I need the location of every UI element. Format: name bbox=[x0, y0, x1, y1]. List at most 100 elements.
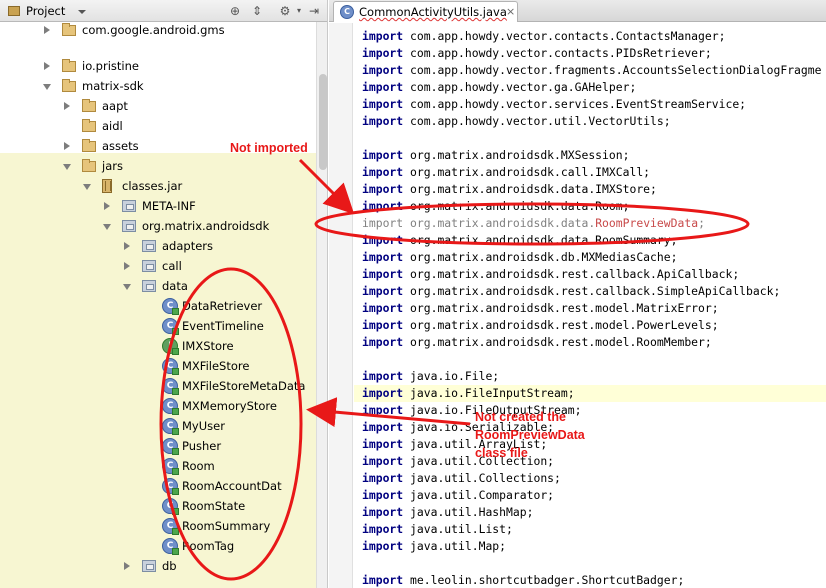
code-line[interactable]: import org.matrix.androidsdk.rest.model.… bbox=[354, 317, 826, 334]
import-keyword: import bbox=[362, 522, 411, 536]
code-line[interactable]: import java.io.FileOutputStream; bbox=[354, 402, 826, 419]
tree-item-label: aidl bbox=[102, 119, 123, 133]
code-line[interactable]: import org.matrix.androidsdk.db.MXMedias… bbox=[354, 249, 826, 266]
code-line[interactable]: import java.util.List; bbox=[354, 521, 826, 538]
locate-target-icon[interactable]: ⊕ bbox=[227, 3, 243, 19]
tree-item-label: org.matrix.androidsdk bbox=[142, 219, 270, 233]
code-line[interactable]: import com.app.howdy.vector.contacts.PID… bbox=[354, 45, 826, 62]
code-line[interactable]: import org.matrix.androidsdk.rest.callba… bbox=[354, 283, 826, 300]
tab-label: CommonActivityUtils.java bbox=[359, 5, 507, 19]
collapse-all-icon[interactable]: ⇕ bbox=[249, 3, 265, 19]
chevron-right-icon[interactable] bbox=[124, 242, 130, 250]
import-path: java.util.Collections; bbox=[410, 471, 561, 485]
code-line[interactable]: import java.util.ArrayList; bbox=[354, 436, 826, 453]
chevron-right-icon[interactable] bbox=[44, 62, 50, 70]
code-line[interactable]: import org.matrix.androidsdk.data.RoomPr… bbox=[354, 215, 826, 232]
code-line[interactable] bbox=[354, 555, 826, 572]
note-not-created-line2: RoomPreviewData bbox=[475, 428, 585, 442]
tree-item-label: aapt bbox=[102, 99, 128, 113]
chevron-right-icon[interactable] bbox=[104, 202, 110, 210]
class-icon: C bbox=[340, 5, 354, 19]
code-line[interactable]: import org.matrix.androidsdk.rest.callba… bbox=[354, 266, 826, 283]
tree-item-label: Room bbox=[182, 459, 215, 473]
note-not-created-line1: Not created the bbox=[475, 410, 566, 424]
tree-item-label: EventTimeline bbox=[182, 319, 264, 333]
code-line[interactable]: import org.matrix.androidsdk.rest.model.… bbox=[354, 334, 826, 351]
chevron-right-icon[interactable] bbox=[64, 142, 70, 150]
code-line[interactable]: import com.app.howdy.vector.contacts.Con… bbox=[354, 28, 826, 45]
project-scrollbar[interactable] bbox=[316, 22, 327, 588]
tree-item-label: db bbox=[162, 559, 177, 573]
import-keyword: import bbox=[362, 454, 411, 468]
project-icon bbox=[8, 6, 20, 16]
code-line[interactable]: import java.io.Serializable; bbox=[354, 419, 826, 436]
chevron-down-icon[interactable]: ▾ bbox=[291, 3, 307, 19]
chevron-down-icon[interactable] bbox=[103, 224, 111, 230]
code-line[interactable]: import java.util.Comparator; bbox=[354, 487, 826, 504]
hide-panel-icon[interactable]: ⇥ bbox=[306, 3, 322, 19]
import-path: java.util.Comparator; bbox=[410, 488, 555, 502]
code-line[interactable]: import me.leolin.shortcutbadger.Shortcut… bbox=[354, 572, 826, 588]
import-path: com.app.howdy.vector.services.EventStrea… bbox=[410, 97, 747, 111]
import-keyword: import bbox=[362, 284, 411, 298]
chevron-down-icon[interactable] bbox=[63, 164, 71, 170]
chevron-down-icon[interactable] bbox=[43, 84, 51, 90]
code-line[interactable]: import org.matrix.androidsdk.MXSession; bbox=[354, 147, 826, 164]
tree-item-label: IMXStore bbox=[182, 339, 234, 353]
tree-item-label: data bbox=[162, 279, 188, 293]
code-line[interactable]: import java.util.Collection; bbox=[354, 453, 826, 470]
import-keyword: import bbox=[362, 403, 411, 417]
tree-item-label: RoomSummary bbox=[182, 519, 271, 533]
jar-icon bbox=[102, 179, 112, 193]
chevron-down-icon bbox=[78, 10, 86, 14]
tab-common-activity-utils[interactable]: C CommonActivityUtils.java × bbox=[333, 1, 518, 22]
code-line[interactable]: import com.app.howdy.vector.services.Eve… bbox=[354, 96, 826, 113]
lock-icon bbox=[172, 308, 179, 315]
code-area[interactable]: import com.app.howdy.vector.contacts.Con… bbox=[354, 23, 826, 588]
tree-item-label: io.pristine bbox=[82, 59, 139, 73]
import-keyword: import bbox=[362, 148, 411, 162]
code-line[interactable]: import org.matrix.androidsdk.data.RoomSu… bbox=[354, 232, 826, 249]
code-line[interactable]: import com.app.howdy.vector.fragments.Ac… bbox=[354, 62, 826, 79]
import-keyword: import bbox=[362, 114, 411, 128]
lock-icon bbox=[172, 548, 179, 555]
code-line[interactable]: import org.matrix.androidsdk.rest.model.… bbox=[354, 300, 826, 317]
import-keyword: import bbox=[362, 386, 411, 400]
chevron-down-icon[interactable] bbox=[83, 184, 91, 190]
code-line[interactable]: import org.matrix.androidsdk.data.Room; bbox=[354, 198, 826, 215]
chevron-down-icon[interactable] bbox=[123, 284, 131, 290]
close-icon[interactable]: × bbox=[506, 5, 515, 18]
import-path: org.matrix.androidsdk.data.RoomPreviewDa… bbox=[410, 216, 705, 230]
package-icon bbox=[142, 560, 156, 572]
chevron-right-icon[interactable] bbox=[124, 562, 130, 570]
code-line[interactable]: import com.app.howdy.vector.util.VectorU… bbox=[354, 113, 826, 130]
import-path: org.matrix.androidsdk.data.RoomSummary; bbox=[410, 233, 678, 247]
code-line[interactable]: import java.util.Collections; bbox=[354, 470, 826, 487]
code-line[interactable]: import java.io.FileInputStream; bbox=[354, 385, 826, 402]
code-line[interactable]: import java.util.HashMap; bbox=[354, 504, 826, 521]
note-not-imported: Not imported bbox=[230, 141, 308, 155]
project-view-selector[interactable]: Project bbox=[2, 2, 90, 20]
chevron-right-icon[interactable] bbox=[44, 26, 50, 34]
lock-icon bbox=[172, 368, 179, 375]
lock-icon bbox=[172, 388, 179, 395]
code-line[interactable] bbox=[354, 351, 826, 368]
import-path: java.util.Map; bbox=[410, 539, 507, 553]
code-line[interactable] bbox=[354, 130, 826, 147]
code-line[interactable]: import java.util.Map; bbox=[354, 538, 826, 555]
project-scrollbar-thumb[interactable] bbox=[319, 74, 327, 170]
lock-icon bbox=[172, 328, 179, 335]
import-keyword: import bbox=[362, 80, 411, 94]
chevron-right-icon[interactable] bbox=[124, 262, 130, 270]
code-line[interactable]: import com.app.howdy.vector.ga.GAHelper; bbox=[354, 79, 826, 96]
project-panel-header: Project ⊕ ⇕ ⚙ ▾ ⇥ bbox=[0, 0, 327, 22]
code-line[interactable]: import java.io.File; bbox=[354, 368, 826, 385]
code-line[interactable]: import org.matrix.androidsdk.call.IMXCal… bbox=[354, 164, 826, 181]
tree-item-label: MyUser bbox=[182, 419, 225, 433]
chevron-right-icon[interactable] bbox=[64, 102, 70, 110]
import-path: java.io.FileInputStream; bbox=[410, 386, 575, 400]
package-icon bbox=[122, 220, 136, 232]
code-line[interactable]: import org.matrix.androidsdk.data.IMXSto… bbox=[354, 181, 826, 198]
import-keyword: import bbox=[362, 318, 411, 332]
import-keyword: import bbox=[362, 267, 411, 281]
